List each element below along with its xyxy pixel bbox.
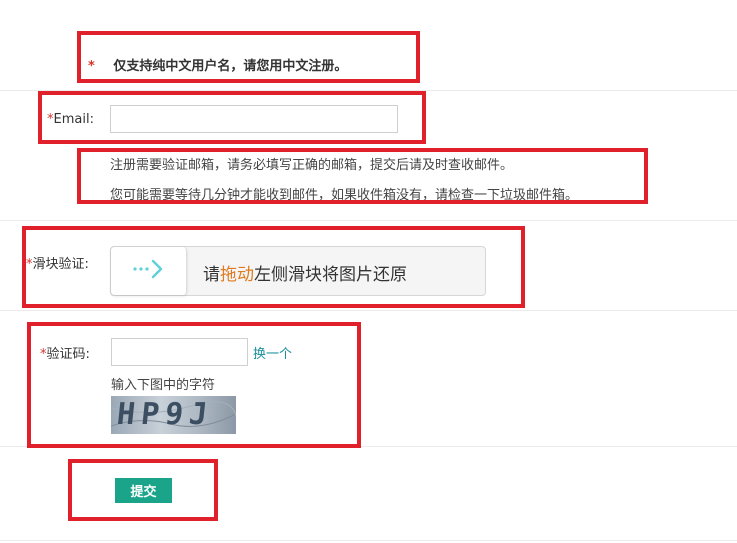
annotation-box bbox=[77, 148, 648, 204]
row-divider bbox=[0, 220, 737, 221]
annotation-box bbox=[38, 91, 426, 144]
row-divider bbox=[0, 540, 737, 541]
row-divider bbox=[0, 310, 737, 311]
annotation-box bbox=[27, 322, 361, 448]
annotation-box bbox=[77, 31, 420, 83]
annotation-box bbox=[68, 459, 218, 521]
annotation-box bbox=[22, 226, 525, 308]
